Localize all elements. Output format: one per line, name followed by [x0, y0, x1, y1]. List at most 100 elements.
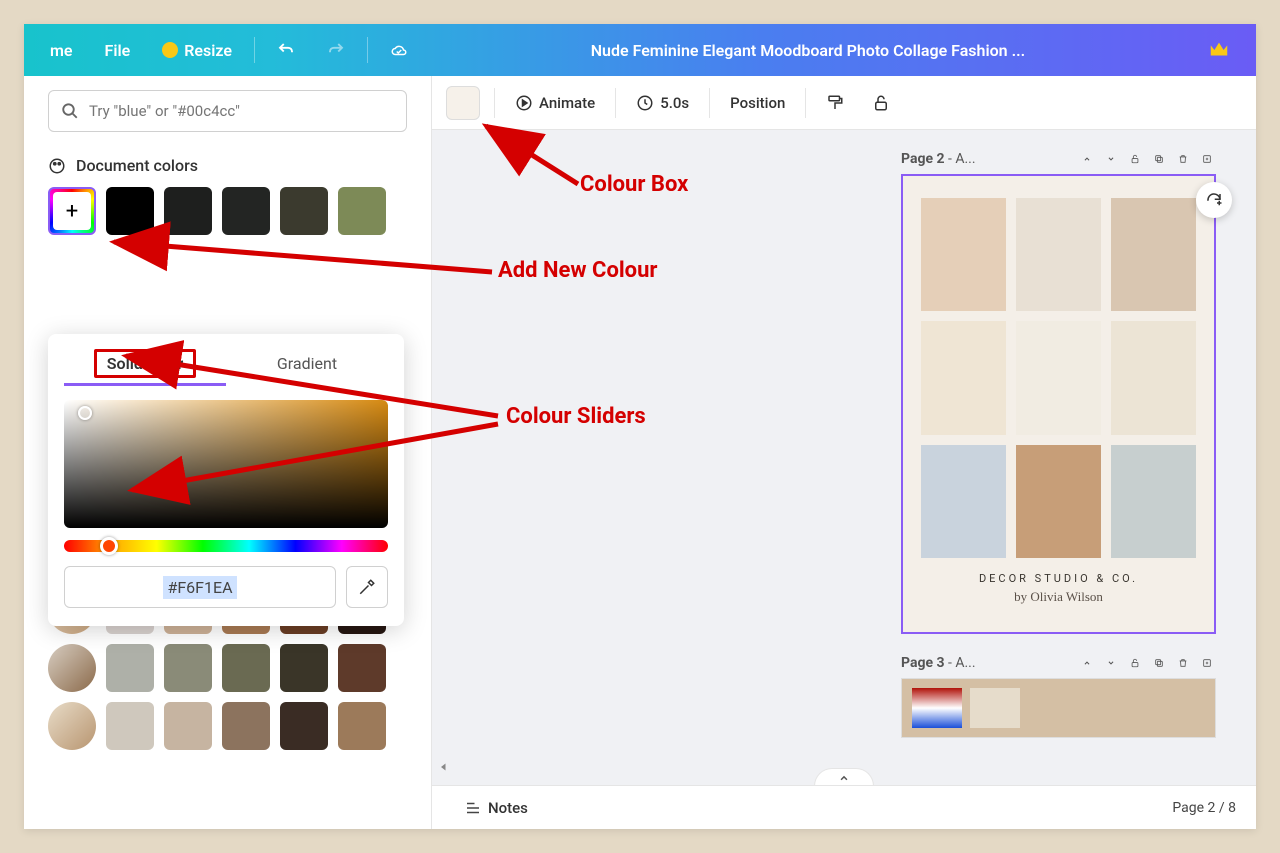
- unlock-icon: [872, 94, 890, 112]
- tab-gradient[interactable]: Gradient: [226, 344, 388, 386]
- canvas-page-3[interactable]: [901, 678, 1216, 738]
- mood-title: DECOR STUDIO & CO.: [921, 572, 1196, 585]
- undo-button[interactable]: [261, 41, 311, 59]
- unlock-icon[interactable]: [1126, 150, 1144, 168]
- color-swatch[interactable]: [222, 187, 270, 235]
- top-toolbar: me File Resize Nude Feminine Elegant Moo…: [24, 24, 1256, 76]
- mood-image[interactable]: [1016, 445, 1101, 558]
- triangle-left-icon: [438, 761, 450, 773]
- duplicate-icon[interactable]: [1150, 150, 1168, 168]
- color-swatch[interactable]: [222, 644, 270, 692]
- chevron-up-icon: [837, 771, 851, 785]
- color-swatch[interactable]: [164, 644, 212, 692]
- position-button[interactable]: Position: [718, 88, 797, 118]
- notes-icon: [464, 799, 482, 817]
- page-label: Page 3 - A...: [901, 655, 976, 671]
- chevron-down-icon[interactable]: [1102, 654, 1120, 672]
- mood-image[interactable]: [1111, 198, 1196, 311]
- mood-image[interactable]: [1111, 321, 1196, 434]
- scroll-left-handle[interactable]: [438, 758, 450, 777]
- duration-button[interactable]: 5.0s: [624, 88, 701, 118]
- add-color-button[interactable]: +: [48, 187, 96, 235]
- bottom-bar: Notes Page 2 / 8: [432, 785, 1256, 829]
- redo-button[interactable]: [311, 41, 361, 59]
- saturation-value-picker[interactable]: [64, 400, 388, 528]
- page-counter[interactable]: Page 2 / 8: [1172, 800, 1236, 816]
- duplicate-icon[interactable]: [1150, 654, 1168, 672]
- color-side-panel: Document colors + Solid color Gradient: [24, 76, 432, 829]
- animate-icon: [515, 94, 533, 112]
- sv-cursor[interactable]: [78, 406, 92, 420]
- color-swatch[interactable]: [338, 187, 386, 235]
- chevron-down-icon[interactable]: [1102, 150, 1120, 168]
- photo-thumb[interactable]: [48, 644, 96, 692]
- mood-image[interactable]: [1016, 198, 1101, 311]
- page-header-3: Page 3 - A...: [901, 654, 1216, 672]
- file-menu[interactable]: File: [89, 41, 147, 60]
- comment-fab[interactable]: [1196, 182, 1232, 218]
- mood-subtitle: by Olivia Wilson: [921, 589, 1196, 605]
- color-swatch[interactable]: [222, 702, 270, 750]
- redo-icon: [327, 41, 345, 59]
- canvas-page-2[interactable]: DECOR STUDIO & CO. by Olivia Wilson: [901, 174, 1216, 634]
- photo-thumb[interactable]: [48, 702, 96, 750]
- document-title[interactable]: Nude Feminine Elegant Moodboard Photo Co…: [424, 41, 1192, 60]
- color-swatch[interactable]: [338, 644, 386, 692]
- color-swatch[interactable]: [106, 702, 154, 750]
- canvas-scroll[interactable]: Page 2 - A... DECOR S: [432, 130, 1256, 785]
- add-page-icon[interactable]: [1198, 654, 1216, 672]
- cloud-sync-button[interactable]: [374, 41, 424, 59]
- page-label: Page 2 - A...: [901, 151, 976, 167]
- lock-button[interactable]: [860, 88, 902, 118]
- divider: [254, 37, 255, 63]
- crown-icon[interactable]: [1192, 39, 1246, 61]
- mood-image[interactable]: [921, 445, 1006, 558]
- chevron-up-icon[interactable]: [1078, 150, 1096, 168]
- chevron-up-icon[interactable]: [1078, 654, 1096, 672]
- color-swatch[interactable]: [280, 644, 328, 692]
- trash-icon[interactable]: [1174, 150, 1192, 168]
- color-search-input[interactable]: [89, 102, 394, 120]
- color-search[interactable]: [48, 90, 407, 132]
- mood-image[interactable]: [1111, 445, 1196, 558]
- paint-roller-button[interactable]: [814, 88, 856, 118]
- page-header-2: Page 2 - A...: [901, 150, 1216, 168]
- mood-image[interactable]: [1016, 321, 1101, 434]
- eyedropper-button[interactable]: [346, 566, 388, 608]
- home-menu[interactable]: me: [34, 41, 89, 60]
- mood-image[interactable]: [921, 321, 1006, 434]
- expand-handle[interactable]: [814, 768, 874, 785]
- color-swatch[interactable]: [106, 644, 154, 692]
- color-swatch[interactable]: [338, 702, 386, 750]
- undo-icon: [277, 41, 295, 59]
- current-color-box[interactable]: [446, 86, 480, 120]
- notes-button[interactable]: Notes: [452, 793, 540, 823]
- context-toolbar: Animate 5.0s Position: [432, 76, 1256, 130]
- plus-icon: +: [66, 199, 78, 224]
- search-icon: [61, 102, 79, 120]
- color-swatch[interactable]: [280, 702, 328, 750]
- trash-icon[interactable]: [1174, 654, 1192, 672]
- add-page-icon[interactable]: [1198, 150, 1216, 168]
- document-colors-row: +: [48, 187, 407, 235]
- paint-roller-icon: [826, 94, 844, 112]
- unlock-icon[interactable]: [1126, 654, 1144, 672]
- hue-cursor[interactable]: [100, 537, 118, 555]
- tab-solid-color[interactable]: Solid color: [64, 344, 226, 386]
- document-colors-header: Document colors: [48, 156, 407, 175]
- mood-image[interactable]: [921, 198, 1006, 311]
- color-swatch[interactable]: [106, 187, 154, 235]
- color-picker-popover: Solid color Gradient #F6F1EA: [48, 334, 404, 626]
- resize-button[interactable]: Resize: [146, 41, 248, 60]
- hex-input[interactable]: #F6F1EA: [64, 566, 336, 608]
- color-swatch[interactable]: [164, 187, 212, 235]
- color-swatch[interactable]: [164, 702, 212, 750]
- color-swatch[interactable]: [280, 187, 328, 235]
- sparkle-icon: [162, 42, 178, 58]
- hue-slider[interactable]: [64, 540, 388, 552]
- canvas-area: Animate 5.0s Position: [432, 76, 1256, 829]
- animate-button[interactable]: Animate: [503, 88, 607, 118]
- clock-icon: [636, 94, 654, 112]
- eyedropper-icon: [358, 578, 376, 596]
- refresh-plus-icon: [1205, 191, 1223, 209]
